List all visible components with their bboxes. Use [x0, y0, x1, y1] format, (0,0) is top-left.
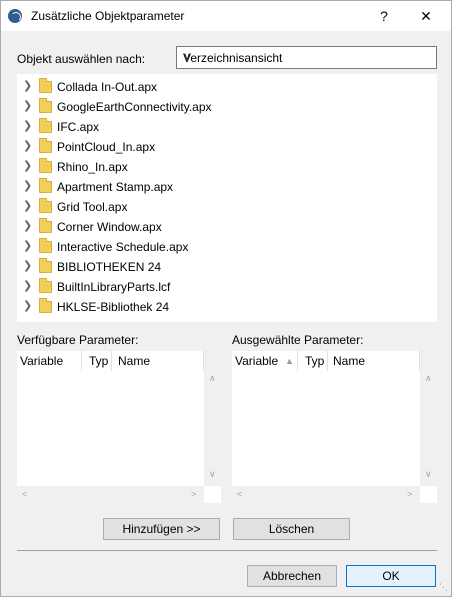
close-button[interactable]: ✕ — [413, 6, 439, 26]
folder-icon — [39, 158, 52, 173]
tree-item[interactable]: ❯ Interactive Schedule.apx — [17, 237, 437, 257]
horizontal-scrollbar[interactable]: < > — [17, 486, 204, 503]
tree-item-label: Interactive Schedule.apx — [57, 240, 189, 254]
app-icon — [8, 9, 22, 23]
tree-item[interactable]: ❯ HKLSE-Bibliothek 24 — [17, 297, 437, 317]
column-divider[interactable] — [327, 351, 328, 371]
scroll-left-icon[interactable]: < — [22, 489, 27, 499]
library-tree[interactable]: ❯ Collada In-Out.apx ❯ GoogleEarthConnecti… — [17, 74, 437, 322]
tree-item-label: HKLSE-Bibliothek 24 — [57, 300, 170, 314]
folder-icon — [39, 218, 52, 233]
folder-icon — [39, 78, 52, 93]
scroll-right-icon[interactable]: > — [191, 489, 196, 499]
tree-item[interactable]: ❯ PointCloud_In.apx — [17, 137, 437, 157]
tree-item[interactable]: ❯ BuiltInLibraryParts.lcf — [17, 277, 437, 297]
vertical-scrollbar[interactable]: ∧ ∨ — [204, 351, 221, 486]
scroll-down-icon[interactable]: ∨ — [425, 469, 432, 480]
column-name[interactable]: Name — [333, 354, 365, 368]
scroll-right-icon[interactable]: > — [407, 489, 412, 499]
folder-icon — [39, 178, 52, 193]
chevron-right-icon[interactable]: ❯ — [23, 239, 32, 252]
tree-item-label: PointCloud_In.apx — [57, 140, 156, 154]
sort-up-icon: ▲ — [285, 356, 294, 366]
tree-item[interactable]: ❯ Corner Window.apx — [17, 217, 437, 237]
column-divider[interactable] — [111, 351, 112, 371]
folder-icon — [39, 238, 52, 253]
tree-item-label: Rhino_In.apx — [57, 160, 128, 174]
selected-list[interactable]: Variable ▲ Typ Name ∧ ∨ < > — [232, 351, 437, 503]
column-divider[interactable] — [81, 351, 82, 371]
ok-button[interactable]: OK — [346, 565, 436, 587]
horizontal-scrollbar[interactable]: < > — [232, 486, 420, 503]
tree-item-label: Apartment Stamp.apx — [57, 180, 174, 194]
chevron-right-icon[interactable]: ❯ — [23, 219, 32, 232]
chevron-right-icon[interactable]: ❯ — [23, 99, 32, 112]
selector-label: Objekt auswählen nach: — [17, 52, 146, 66]
chevron-right-icon[interactable]: ❯ — [23, 139, 32, 152]
folder-icon — [39, 278, 52, 293]
vertical-scrollbar[interactable]: ∧ ∨ — [420, 351, 437, 486]
tree-item[interactable]: ❯ Collada In-Out.apx — [17, 77, 437, 97]
folder-icon — [39, 298, 52, 313]
available-list[interactable]: Variable Typ Name ∧ ∨ < > — [17, 351, 221, 503]
window-title: Zusätzliche Objektparameter — [31, 9, 185, 23]
chevron-right-icon[interactable]: ❯ — [23, 199, 32, 212]
tree-item[interactable]: ❯ Apartment Stamp.apx — [17, 177, 437, 197]
tree-item-label: GoogleEarthConnectivity.apx — [57, 100, 212, 114]
scroll-up-icon[interactable]: ∧ — [209, 373, 216, 384]
selected-header: Variable ▲ Typ Name — [232, 351, 420, 371]
chevron-right-icon[interactable]: ❯ — [23, 79, 32, 92]
cancel-button[interactable]: Abbrechen — [247, 565, 337, 587]
available-header: Variable Typ Name — [17, 351, 204, 371]
tree-item-label: Corner Window.apx — [57, 220, 162, 234]
tree-item-label: BIBLIOTHEKEN 24 — [57, 260, 162, 274]
scroll-down-icon[interactable]: ∨ — [209, 469, 216, 480]
chevron-right-icon[interactable]: ❯ — [23, 119, 32, 132]
column-name[interactable]: Name — [118, 354, 150, 368]
tree-item-label: IFC.apx — [57, 120, 100, 134]
folder-icon — [39, 98, 52, 113]
chevron-right-icon[interactable]: ❯ — [23, 259, 32, 272]
folder-icon — [39, 258, 52, 273]
selected-label: Ausgewählte Parameter: — [232, 333, 364, 347]
folder-icon — [39, 118, 52, 133]
tree-item-label: Grid Tool.apx — [57, 200, 128, 214]
delete-button[interactable]: Löschen — [233, 518, 350, 540]
column-divider[interactable] — [297, 351, 298, 371]
tree-item[interactable]: ❯ GoogleEarthConnectivity.apx — [17, 97, 437, 117]
tree-item[interactable]: ❯ IFC.apx — [17, 117, 437, 137]
tree-item-label: Collada In-Out.apx — [57, 80, 158, 94]
chevron-right-icon[interactable]: ❯ — [23, 299, 32, 312]
chevron-right-icon[interactable]: ❯ — [23, 159, 32, 172]
column-type[interactable]: Typ — [89, 354, 108, 368]
scroll-left-icon[interactable]: < — [237, 489, 242, 499]
column-variable[interactable]: Variable — [20, 354, 63, 368]
dialog: Zusätzliche Objektparameter ? ✕ Objekt a… — [0, 0, 452, 597]
scroll-up-icon[interactable]: ∧ — [425, 373, 432, 384]
chevron-down-icon: ∨ — [183, 51, 192, 63]
view-dropdown[interactable]: Verzeichnisansicht ∨ — [176, 46, 437, 69]
tree-item[interactable]: ❯ BIBLIOTHEKEN 24 — [17, 257, 437, 277]
column-variable[interactable]: Variable — [235, 354, 278, 368]
resize-grip-icon[interactable]: ⋱ — [439, 582, 448, 593]
title-bar[interactable]: Zusätzliche Objektparameter ? ✕ — [1, 1, 451, 31]
chevron-right-icon[interactable]: ❯ — [23, 279, 32, 292]
folder-icon — [39, 138, 52, 153]
tree-item[interactable]: ❯ Rhino_In.apx — [17, 157, 437, 177]
help-button[interactable]: ? — [371, 6, 397, 26]
tree-item[interactable]: ❯ Grid Tool.apx — [17, 197, 437, 217]
tree-item-label: BuiltInLibraryParts.lcf — [57, 280, 171, 294]
column-type[interactable]: Typ — [305, 354, 324, 368]
add-button[interactable]: Hinzufügen >> — [103, 518, 220, 540]
chevron-right-icon[interactable]: ❯ — [23, 179, 32, 192]
folder-icon — [39, 198, 52, 213]
divider — [17, 550, 437, 551]
available-label: Verfügbare Parameter: — [17, 333, 139, 347]
